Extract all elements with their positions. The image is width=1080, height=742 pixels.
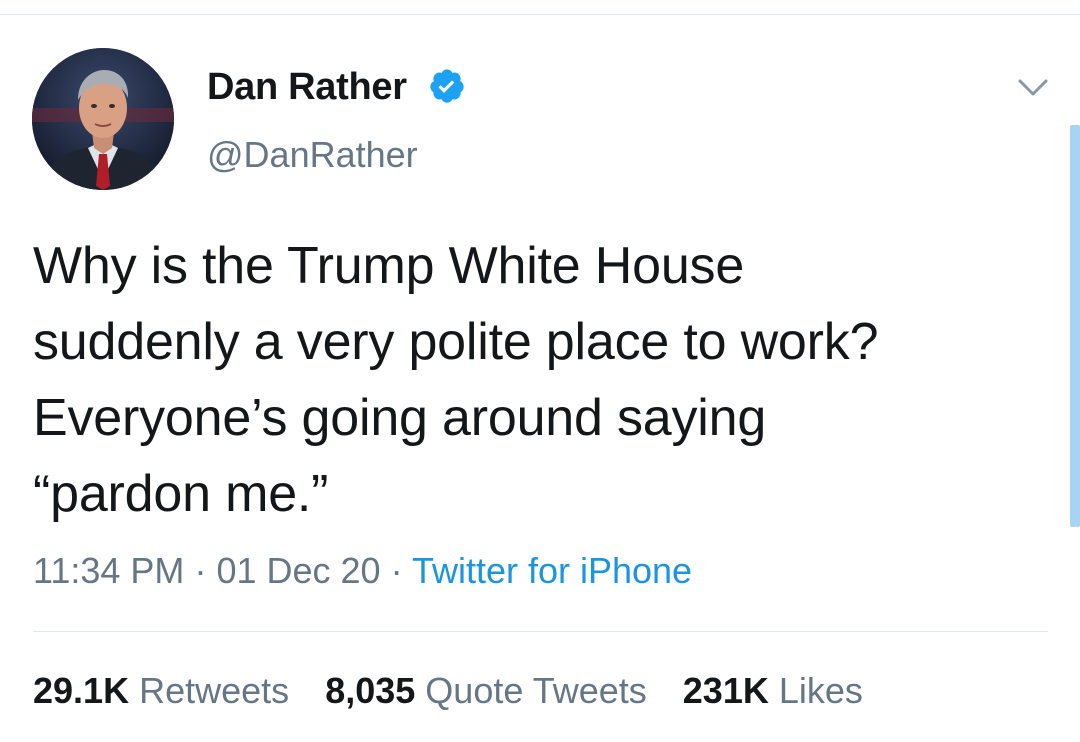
avatar[interactable] <box>32 48 174 190</box>
scrollbar[interactable] <box>1070 125 1080 527</box>
quote-tweets-stat[interactable]: 8,035 Quote Tweets <box>325 670 657 711</box>
tweet-date[interactable]: 01 Dec 20 <box>216 550 380 591</box>
avatar-photo <box>32 48 174 190</box>
top-divider <box>0 14 1080 15</box>
likes-count: 231K <box>682 670 769 711</box>
likes-label: Likes <box>778 670 863 711</box>
retweets-label: Retweets <box>139 670 290 711</box>
tweet-time[interactable]: 11:34 PM <box>33 550 184 591</box>
tweet-stats: 29.1K Retweets 8,035 Quote Tweets 231K L… <box>33 670 889 712</box>
tweet-source-link[interactable]: Twitter for iPhone <box>412 550 692 591</box>
tweet-metadata: 11:34 PM · 01 Dec 20 · Twitter for iPhon… <box>33 550 692 592</box>
tweet-text-line: Why is the Trump White House <box>33 237 745 295</box>
chevron-down-icon[interactable] <box>1016 76 1050 100</box>
author-display-name[interactable]: Dan Rather <box>207 66 407 109</box>
retweets-count: 29.1K <box>33 670 130 711</box>
likes-stat[interactable]: 231K Likes <box>683 670 863 711</box>
author-handle[interactable]: @DanRather <box>207 134 418 176</box>
verified-badge-icon <box>430 69 464 103</box>
quote-tweets-count: 8,035 <box>325 670 416 711</box>
tweet-text: Why is the Trump White House suddenly a … <box>33 228 1043 532</box>
meta-separator: · <box>390 550 403 591</box>
tweet-text-line: “pardon me.” <box>33 465 329 523</box>
tweet-text-line: Everyone’s going around saying <box>33 389 767 447</box>
tweet-text-line: suddenly a very polite place to work? <box>33 313 879 371</box>
stats-divider <box>33 631 1048 632</box>
meta-separator: · <box>194 550 207 591</box>
retweets-stat[interactable]: 29.1K Retweets <box>33 670 299 711</box>
quote-tweets-label: Quote Tweets <box>425 670 647 711</box>
